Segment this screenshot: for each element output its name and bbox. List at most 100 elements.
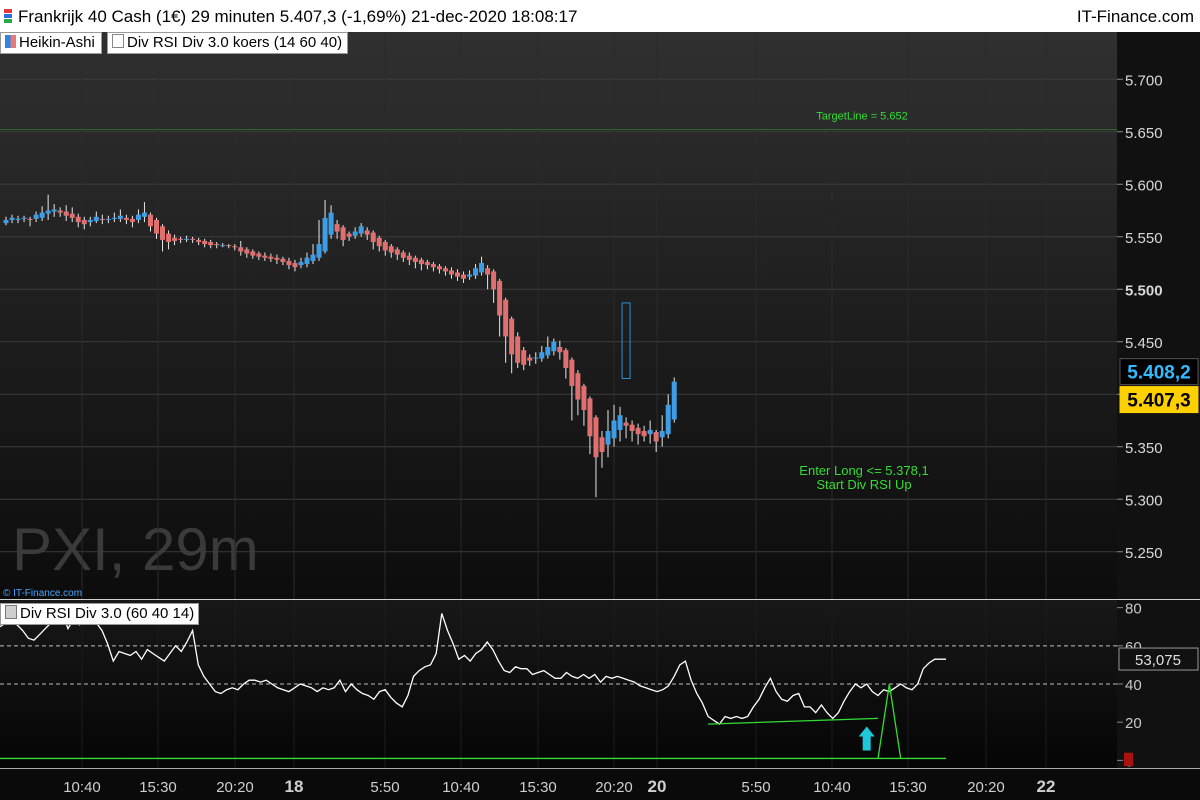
price-tick-label: 5.500 xyxy=(1125,282,1163,299)
candle-body xyxy=(641,431,647,437)
candle-body xyxy=(605,431,611,445)
candle-body xyxy=(292,263,298,268)
candle-body xyxy=(99,218,105,220)
candle-body xyxy=(141,212,147,217)
chart-window: Frankrijk 40 Cash (1€) 29 minuten 5.407,… xyxy=(0,0,1200,800)
candle-body xyxy=(9,217,15,220)
watermark: PXI, 29m xyxy=(12,516,259,583)
price-tick-label: 5.700 xyxy=(1125,72,1163,89)
candle-body xyxy=(178,238,184,240)
price-tick-label: 5.300 xyxy=(1125,492,1163,509)
candle-body xyxy=(557,347,563,353)
candle-body xyxy=(599,437,605,452)
candle-body xyxy=(479,263,485,273)
candle-body xyxy=(27,218,33,220)
price-tick-label: 5.650 xyxy=(1125,125,1163,142)
legend-div-rsi-sub[interactable]: Div RSI Div 3.0 (60 40 14) xyxy=(0,603,200,625)
candle-body xyxy=(328,212,334,235)
candle-body xyxy=(424,261,430,266)
candle-body xyxy=(436,266,442,270)
candle-body xyxy=(105,218,111,220)
candle-body xyxy=(135,214,141,220)
candle-body xyxy=(214,244,220,246)
legend-heikin-ashi[interactable]: Heikin-Ashi xyxy=(0,32,102,54)
candle-body xyxy=(220,245,226,247)
candle-body xyxy=(587,398,593,437)
time-tick-label: 5:50 xyxy=(741,779,770,796)
time-tick-label: 20:20 xyxy=(216,779,254,796)
price-axis[interactable]: 5.250 5.300 5.350 5.450 5.500 5.550 5.600 5.650… xyxy=(1117,32,1200,599)
candle-body xyxy=(280,258,286,262)
legend-div-rsi-main[interactable]: Div RSI Div 3.0 koers (14 60 40) xyxy=(107,32,349,54)
chart-title: Frankrijk 40 Cash (1€) 29 minuten 5.407,… xyxy=(18,7,578,26)
candle-body xyxy=(575,373,581,400)
candle-body xyxy=(665,404,671,435)
time-tick-label: 20 xyxy=(648,777,667,796)
rsi-axis[interactable]: 80604020053,075 xyxy=(1117,600,1200,770)
candle-body xyxy=(455,272,460,277)
rsi-panel-background xyxy=(0,600,1117,768)
candle-body xyxy=(461,274,467,279)
candle-body xyxy=(45,210,51,214)
candle-body xyxy=(226,245,232,247)
candle-body xyxy=(196,239,202,242)
candle-body xyxy=(569,359,575,386)
candle-body xyxy=(129,218,135,223)
price-tick-label: 5.350 xyxy=(1125,440,1163,457)
candle-body xyxy=(256,253,262,257)
div-rsi-sub-swatch-icon xyxy=(5,605,17,619)
candle-body xyxy=(629,424,635,431)
candle-body xyxy=(340,227,346,240)
candle-body xyxy=(539,352,545,359)
time-tick-label: 5:50 xyxy=(370,779,399,796)
candle-body xyxy=(286,260,292,266)
candle-body xyxy=(442,268,448,272)
signal-label-start: Start Div RSI Up xyxy=(816,477,911,492)
candle-body xyxy=(521,350,527,365)
rsi-tick-label: 40 xyxy=(1125,677,1142,694)
time-tick-label: 18 xyxy=(285,777,304,796)
rsi-panel[interactable] xyxy=(0,600,1117,768)
time-tick-label: 20:20 xyxy=(967,779,1005,796)
copyright-label: © IT-Finance.com xyxy=(3,588,82,599)
candle-body xyxy=(370,232,376,242)
candle-body xyxy=(172,237,178,241)
candle-body xyxy=(653,432,659,442)
candle-body xyxy=(57,210,63,213)
candle-body xyxy=(388,246,394,253)
candle-body xyxy=(473,268,479,276)
candle-body xyxy=(671,381,677,420)
time-tick-label: 10:40 xyxy=(813,779,851,796)
candle-body xyxy=(647,429,653,435)
legend-div-rsi-sub-label: Div RSI Div 3.0 (60 40 14) xyxy=(20,605,195,622)
current-price-label: 5.407,3 xyxy=(1127,391,1190,412)
candle-body xyxy=(117,215,123,219)
candle-body xyxy=(33,214,39,219)
time-axis[interactable]: 10:40 15:30 20:20 18 5:50 10:40 15:30 20:20 20 5:… xyxy=(0,768,1200,800)
candle-body xyxy=(406,255,412,260)
candle-body xyxy=(635,427,641,435)
rsi-last-value-label: 53,075 xyxy=(1135,652,1181,669)
candle-body xyxy=(364,230,370,235)
time-tick-label: 10:40 xyxy=(63,779,101,796)
candle-body xyxy=(21,217,27,219)
time-tick-label: 15:30 xyxy=(139,779,177,796)
candle-body xyxy=(123,217,129,220)
candle-body xyxy=(448,270,454,275)
candle-body xyxy=(147,214,153,227)
app-logo-icon xyxy=(4,9,12,23)
candle-body xyxy=(346,233,352,237)
candle-body xyxy=(93,216,99,221)
candle-body xyxy=(51,209,57,212)
main-panel[interactable]: PXI, 29m © IT-Finance.com TargetLine = 5… xyxy=(0,32,1117,599)
candle-body xyxy=(250,251,256,256)
candle-body xyxy=(418,259,424,265)
candle-body xyxy=(232,246,238,248)
candle-body xyxy=(111,217,117,219)
candle-body xyxy=(611,420,617,439)
candle-body xyxy=(3,219,9,224)
rsi-alert-marker xyxy=(1124,752,1133,767)
candle-body xyxy=(430,264,436,268)
candle-body xyxy=(160,226,166,240)
last-price-label: 5.408,2 xyxy=(1127,363,1190,384)
